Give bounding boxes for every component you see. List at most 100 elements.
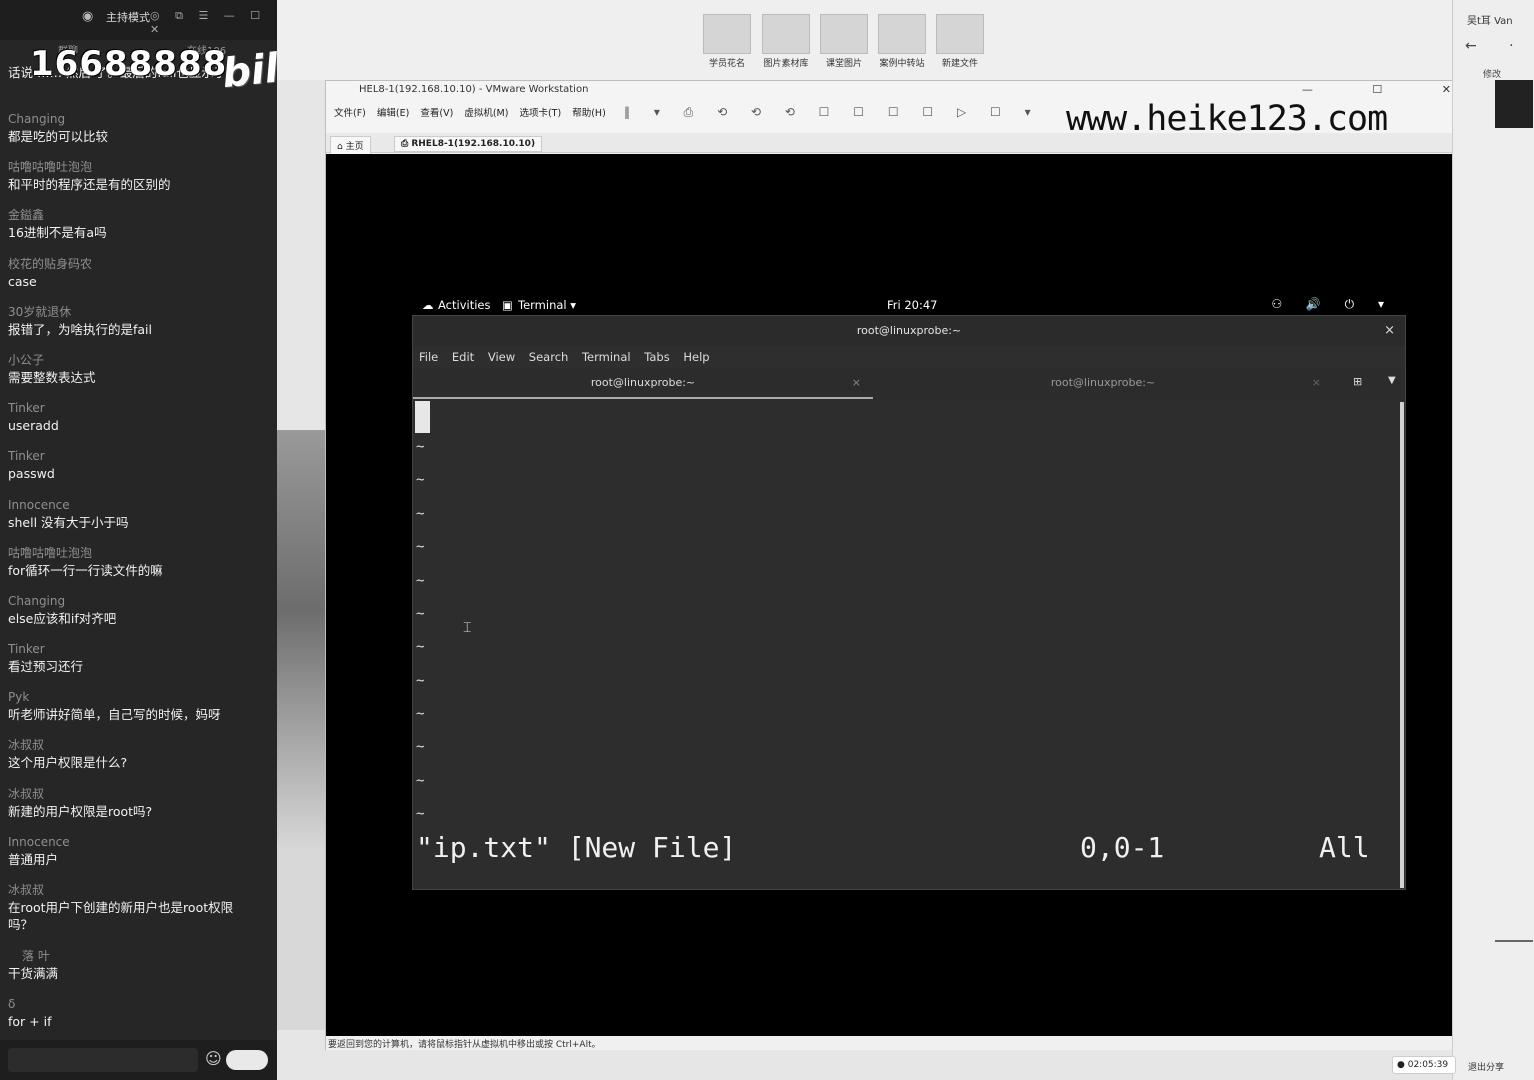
close-icon[interactable]: × <box>1384 316 1395 346</box>
shelf-item[interactable]: 学员花名 <box>701 14 753 69</box>
folder-icon <box>703 14 751 54</box>
status-bar: 要返回到您的计算机，请将鼠标指针从虚拟机中移出或按 Ctrl+Alt。 <box>326 1036 1491 1050</box>
host-mode-label: 主持模式 <box>106 11 150 24</box>
menu-edit[interactable]: 编辑(E) <box>377 108 409 119</box>
chat-text: shell 没有大于小于吗 <box>8 514 129 530</box>
terminal-window: root@linuxprobe:~ × File Edit View Searc… <box>412 315 1406 890</box>
scrollbar[interactable] <box>1400 402 1404 888</box>
chat-text: 看过预习还行 <box>8 659 84 675</box>
folder-icon <box>762 14 810 54</box>
close-icon[interactable]: × <box>852 369 861 396</box>
menu-search[interactable]: Search <box>529 346 569 368</box>
menu-view[interactable]: View <box>488 346 515 368</box>
new-tab-icon[interactable]: ⊞ <box>1353 375 1362 388</box>
chat-text: case <box>8 273 37 289</box>
window-title: HEL8-1(192.168.10.10) - VMware Workstati… <box>359 84 589 95</box>
shelf-item[interactable]: 新建文件 <box>934 14 986 69</box>
right-side-panel: 吴t耳 Van ← · 修改 <box>1452 0 1534 1080</box>
folder-icon <box>878 14 926 54</box>
shelf-item[interactable]: 课堂图片 <box>818 14 870 69</box>
send-button[interactable] <box>226 1050 268 1070</box>
text-cursor <box>415 401 430 433</box>
chat-text: passwd <box>8 466 55 482</box>
live-chat-panel: ◉ 主持模式 ◎ ⧉ ☰ — ☐ ✕ 群聊 在线106 话说 …… 然后 了。最… <box>0 0 277 1080</box>
chat-username: 咕噜咕噜吐泡泡 <box>8 160 93 175</box>
back-icon[interactable]: ← · <box>1465 38 1528 54</box>
menu-file[interactable]: 文件(F) <box>334 108 366 119</box>
chat-text: 普通用户 <box>8 851 59 867</box>
chat-message: 小公子 需要整数表达式 <box>8 352 273 400</box>
chat-username: 金鎰鑫 <box>8 208 45 223</box>
menu-help[interactable]: Help <box>683 346 709 368</box>
chat-message-list: Changing 都是吃的可以比较 咕噜咕噜吐泡泡 和平时的程序还是有的区别的 金鎰… <box>8 111 273 1044</box>
slider[interactable] <box>1495 940 1533 942</box>
menu-terminal[interactable]: Terminal <box>582 346 631 368</box>
menu-vm[interactable]: 虚拟机(M) <box>464 108 508 119</box>
terminal-app-icon: ▣ <box>502 298 513 312</box>
chat-username: 咕噜咕噜吐泡泡 <box>8 545 93 560</box>
menu-tabs[interactable]: 选项卡(T) <box>519 108 561 119</box>
terminal-content[interactable]: ~ ~ ~ ~ ~ ~ ~ ~ ~ ~ ~ ~ "ip.txt" [New Fi… <box>413 399 1398 889</box>
tab-active[interactable]: root@linuxprobe:~ × <box>413 369 873 399</box>
chat-username: 冰叔叔 <box>8 738 45 753</box>
menu-edit[interactable]: Edit <box>452 346 474 368</box>
window-controls[interactable]: ◎ ⧉ ☰ — ☐ ✕ <box>150 9 277 36</box>
tab-home[interactable]: ⌂ 主页 <box>330 136 371 155</box>
tab-vm[interactable]: ⎙ RHEL8-1(192.168.10.10) <box>394 136 543 152</box>
chat-message: 咕噜咕噜吐泡泡 for循环一行一行读文件的嘛 <box>8 545 273 593</box>
menu-file[interactable]: File <box>419 346 438 368</box>
chat-message: δ for + if <box>8 996 273 1044</box>
vmware-toolbar[interactable]: ‖ ▾ ⎙ ⟲ ⟲ ⟲ ☐ ☐ ☐ ☐ ▷ ☐ ▾ <box>624 105 1041 120</box>
avatar-icon: ◉ <box>82 9 94 24</box>
chat-username: Tinker <box>8 449 45 464</box>
menu-help[interactable]: 帮助(H) <box>572 108 606 119</box>
chat-username: Innocence <box>8 497 70 512</box>
chat-username: Pyk <box>8 690 30 705</box>
vim-empty-line: ~ <box>416 573 425 589</box>
app-menu[interactable]: Terminal ▾ <box>518 298 576 312</box>
system-tray[interactable]: ⚇ 🔊 ⏻ ▾ <box>1271 297 1394 312</box>
chat-text: useradd <box>8 418 59 434</box>
vim-empty-line: ~ <box>416 606 425 622</box>
chat-input[interactable] <box>8 1048 198 1072</box>
chevron-down-icon[interactable]: ▼ <box>1388 375 1396 386</box>
chat-message: Tinker passwd <box>8 448 273 496</box>
vim-scroll-position: All <box>1319 831 1370 864</box>
desktop-shelf: 学员花名 图片素材库 课堂图片 案例中转站 新建文件 <box>277 0 1452 80</box>
vmware-tab-strip: ⌂ 主页 ⎙ RHEL8-1(192.168.10.10) <box>326 133 1491 155</box>
chat-message: 金鎰鑫 16进制不是有a吗 <box>8 207 273 255</box>
exit-share-button[interactable]: 退出分享 <box>1468 1060 1504 1073</box>
chat-username: Changing <box>8 593 66 608</box>
chat-text: 这个用户权限是什么? <box>8 755 128 771</box>
vmware-menubar: 文件(F) 编辑(E) 查看(V) 虚拟机(M) 选项卡(T) 帮助(H) <box>334 105 614 121</box>
terminal-menubar: File Edit View Search Terminal Tabs Help <box>413 346 1405 368</box>
chat-text: else应该和if对齐吧 <box>8 610 117 626</box>
chat-username: Changing <box>8 112 66 126</box>
tab-inactive[interactable]: root@linuxprobe:~ × <box>873 369 1333 399</box>
activities-button[interactable]: Activities <box>438 298 490 312</box>
vim-empty-line: ~ <box>416 739 425 755</box>
edit-button[interactable]: 修改 <box>1483 67 1501 80</box>
vim-empty-line: ~ <box>416 706 425 722</box>
chat-input-bar: ☺ <box>0 1040 277 1080</box>
menu-view[interactable]: 查看(V) <box>420 108 453 119</box>
vim-cursor-position: 0,0-1 <box>1080 831 1165 864</box>
chat-text: 16进制不是有a吗 <box>8 225 107 241</box>
shelf-item[interactable]: 图片素材库 <box>760 14 812 69</box>
shelf-item[interactable]: 案例中转站 <box>876 14 928 69</box>
chat-text: for + if <box>8 1014 52 1030</box>
chat-username: Innocence <box>8 834 70 849</box>
chat-message: Tinker 看过预习还行 <box>8 641 273 689</box>
menu-tabs[interactable]: Tabs <box>644 346 669 368</box>
file-icon <box>936 14 984 54</box>
gnome-foot-icon: ☁ <box>422 298 434 312</box>
chat-message: Changing 都是吃的可以比较 <box>8 111 273 159</box>
folder-icon <box>820 14 868 54</box>
vim-empty-line: ~ <box>416 506 425 522</box>
close-icon[interactable]: × <box>1312 369 1321 396</box>
clock[interactable]: Fri 20:47 <box>887 298 938 312</box>
chat-message: 咕噜咕噜吐泡泡 和平时的程序还是有的区别的 <box>8 159 273 207</box>
chat-username: δ <box>8 997 16 1012</box>
chat-message: Innocence shell 没有大于小于吗 <box>8 497 273 545</box>
emoji-icon[interactable]: ☺ <box>205 1049 222 1068</box>
